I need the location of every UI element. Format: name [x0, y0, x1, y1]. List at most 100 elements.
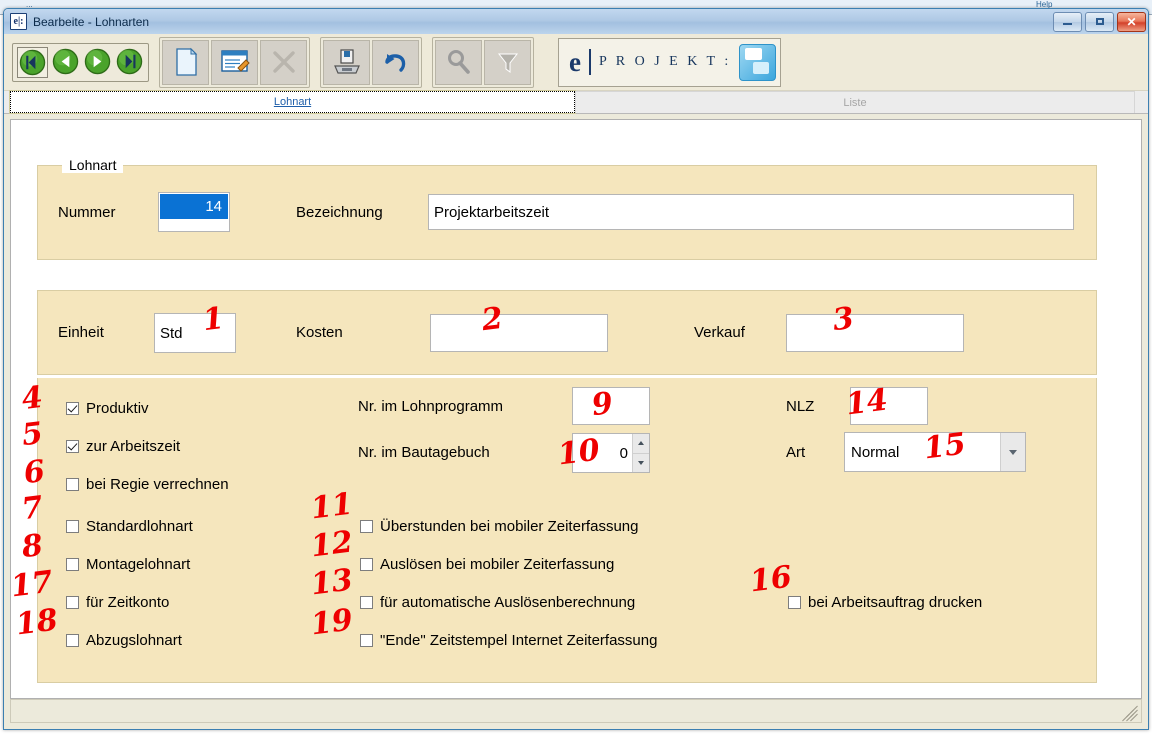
- save-button[interactable]: [323, 39, 370, 85]
- previous-record-button[interactable]: [51, 47, 80, 76]
- nummer-input[interactable]: 14: [158, 192, 230, 232]
- eprojekt-logo: e P R O J E K T :: [558, 37, 782, 87]
- next-record-button[interactable]: [83, 47, 112, 76]
- status-bar: [10, 699, 1142, 723]
- filter-funnel-icon: [497, 53, 518, 73]
- checkbox-bei-arbeitsauftrag-drucken-box[interactable]: [788, 596, 801, 609]
- checkbox-ende-zeitstempel[interactable]: "Ende" Zeitstempel Internet Zeiterfassun…: [360, 632, 657, 649]
- record-navigation-group: [12, 42, 149, 82]
- title-bar: e|: Bearbeite - Lohnarten ✕: [4, 9, 1148, 34]
- einheit-value: Std: [160, 324, 183, 342]
- undo-button[interactable]: [372, 39, 419, 85]
- form-client-area: Lohnart Nummer 14 Bezeichnung Projektarb…: [10, 119, 1142, 699]
- edit-button[interactable]: [211, 39, 258, 85]
- chevron-down-icon: [638, 460, 644, 465]
- kosten-label: Kosten: [296, 324, 343, 341]
- art-dropdown-arrow[interactable]: [1000, 433, 1025, 471]
- minimize-button[interactable]: [1053, 11, 1082, 32]
- kosten-input[interactable]: [430, 314, 608, 352]
- logo-text: P R O J E K T :: [598, 54, 732, 69]
- checkbox-bei-regie-verrechnen-box[interactable]: [66, 478, 79, 491]
- minimize-icon: [1063, 18, 1072, 25]
- checkbox-montagelohnart-box[interactable]: [66, 558, 79, 571]
- first-record-button[interactable]: [17, 46, 48, 78]
- checkbox-produktiv[interactable]: Produktiv: [66, 400, 149, 417]
- app-icon: e|:: [10, 13, 27, 30]
- last-record-button[interactable]: [115, 47, 144, 76]
- checkbox-bei-regie-verrechnen-label: bei Regie verrechnen: [86, 476, 229, 493]
- checkbox-ueberstunden-mobil-box[interactable]: [360, 520, 373, 533]
- checkbox-standardlohnart[interactable]: Standardlohnart: [66, 518, 193, 535]
- delete-x-icon: [272, 51, 295, 73]
- tab-lohnart[interactable]: Lohnart: [9, 90, 576, 114]
- filter-button[interactable]: [484, 39, 531, 85]
- record-actions-group: [159, 36, 310, 88]
- checkbox-montagelohnart[interactable]: Montagelohnart: [66, 556, 190, 573]
- checkbox-montagelohnart-label: Montagelohnart: [86, 556, 191, 573]
- search-icon: [447, 50, 470, 74]
- checkbox-ueberstunden-mobil[interactable]: Überstunden bei mobiler Zeiterfassung: [360, 518, 638, 535]
- nummer-value: 14: [160, 194, 228, 219]
- checkbox-fuer-zeitkonto[interactable]: für Zeitkonto: [66, 594, 169, 611]
- art-value: Normal: [851, 443, 900, 461]
- maximize-button[interactable]: [1085, 11, 1114, 32]
- checkbox-automatische-ausloesenberechnung-box[interactable]: [360, 596, 373, 609]
- checkbox-abzugslohnart[interactable]: Abzugslohnart: [66, 632, 182, 649]
- chevron-down-icon: [1009, 449, 1017, 455]
- bezeichnung-value: Projektarbeitszeit: [434, 203, 550, 221]
- verkauf-input[interactable]: [786, 314, 964, 352]
- group-preise: Einheit Std Kosten Verkauf: [37, 290, 1097, 375]
- previous-record-icon: [52, 48, 79, 74]
- tab-liste[interactable]: Liste: [575, 91, 1135, 113]
- art-dropdown[interactable]: Normal: [844, 432, 1026, 472]
- bezeichnung-input[interactable]: Projektarbeitszeit: [428, 194, 1074, 230]
- close-button[interactable]: ✕: [1117, 11, 1146, 32]
- checkbox-bei-regie-verrechnen[interactable]: bei Regie verrechnen: [66, 476, 229, 493]
- lohnprogramm-label: Nr. im Lohnprogramm: [358, 398, 504, 415]
- bezeichnung-label: Bezeichnung: [296, 204, 383, 221]
- checkbox-zur-arbeitszeit-box[interactable]: [66, 440, 79, 453]
- checkbox-produktiv-box[interactable]: [66, 402, 79, 415]
- checkbox-zur-arbeitszeit-label: zur Arbeitszeit: [86, 438, 181, 455]
- next-record-icon: [84, 48, 111, 74]
- verkauf-label: Verkauf: [694, 324, 745, 341]
- einheit-input[interactable]: Std: [154, 313, 236, 353]
- checkbox-abzugslohnart-box[interactable]: [66, 634, 79, 647]
- search-button[interactable]: [435, 39, 482, 85]
- new-button[interactable]: [162, 39, 209, 85]
- checkbox-automatische-ausloesenberechnung[interactable]: für automatische Auslösenberechnung: [360, 594, 635, 611]
- logo-speech-bubble-icon: [739, 43, 777, 81]
- spinner-up-button[interactable]: [633, 434, 649, 454]
- nummer-label: Nummer: [58, 204, 116, 221]
- checkbox-ausloesen-mobil[interactable]: Auslösen bei mobiler Zeiterfassung: [360, 556, 614, 573]
- first-record-icon: [19, 49, 46, 75]
- checkbox-ende-zeitstempel-label: "Ende" Zeitstempel Internet Zeiterfassun…: [380, 632, 658, 649]
- main-window: e|: Bearbeite - Lohnarten ✕ e P R O J E …: [3, 8, 1149, 730]
- checkbox-bei-arbeitsauftrag-drucken[interactable]: bei Arbeitsauftrag drucken: [788, 594, 982, 611]
- lohnprogramm-input[interactable]: [572, 387, 650, 425]
- window-controls: ✕: [1053, 11, 1146, 32]
- checkbox-standardlohnart-box[interactable]: [66, 520, 79, 533]
- new-document-icon: [175, 47, 197, 76]
- tab-lohnart-label: Lohnart: [273, 96, 312, 108]
- checkbox-fuer-zeitkonto-box[interactable]: [66, 596, 79, 609]
- persist-actions-group: [320, 36, 422, 88]
- window-title: Bearbeite - Lohnarten: [33, 14, 150, 29]
- search-actions-group: [432, 36, 534, 88]
- logo-divider: [588, 49, 591, 75]
- art-label: Art: [786, 444, 806, 461]
- bautagebuch-spin-buttons[interactable]: [632, 434, 649, 472]
- delete-button[interactable]: [260, 39, 307, 85]
- logo-letter: e: [569, 46, 581, 77]
- resize-grip[interactable]: [1122, 705, 1139, 722]
- nlz-input[interactable]: [850, 387, 928, 425]
- checkbox-zur-arbeitszeit[interactable]: zur Arbeitszeit: [66, 438, 180, 455]
- bautagebuch-spinner[interactable]: 0: [572, 433, 650, 473]
- checkbox-fuer-zeitkonto-label: für Zeitkonto: [86, 594, 170, 611]
- checkbox-ende-zeitstempel-box[interactable]: [360, 634, 373, 647]
- last-record-icon: [116, 48, 143, 74]
- edit-icon: [220, 50, 250, 72]
- spinner-down-button[interactable]: [633, 453, 649, 472]
- close-icon: ✕: [1126, 14, 1137, 29]
- checkbox-ausloesen-mobil-box[interactable]: [360, 558, 373, 571]
